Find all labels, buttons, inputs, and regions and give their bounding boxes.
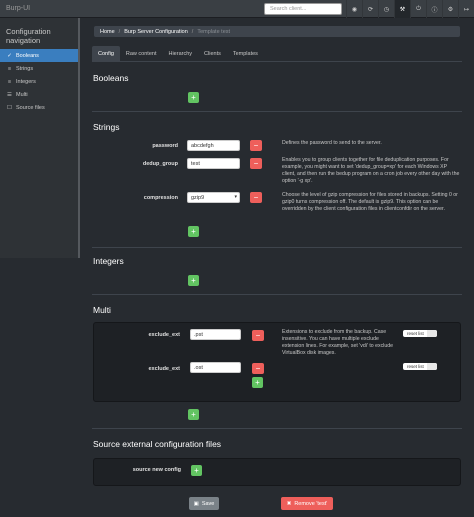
source-new-config-label: source new config bbox=[132, 467, 181, 473]
tab-raw-content[interactable]: Raw content bbox=[120, 46, 163, 61]
dedup-group-input[interactable]: test bbox=[187, 158, 240, 169]
breadcrumb-separator: / bbox=[191, 28, 194, 35]
text-icon: ≡ bbox=[7, 65, 12, 72]
section-title-booleans: Booleans bbox=[93, 73, 129, 83]
add-multi-button[interactable]: + bbox=[188, 409, 199, 420]
chevron-down-icon: ▾ bbox=[234, 194, 237, 200]
list-icon: ☰ bbox=[7, 91, 12, 98]
sidebar-item-label: Integers bbox=[16, 78, 36, 85]
reset-list-label: reset list bbox=[407, 364, 424, 369]
section-title-source: Source external configuration files bbox=[93, 439, 222, 449]
toggle-switch[interactable] bbox=[426, 330, 437, 337]
compression-help: Choose the level of gzip compression for… bbox=[282, 192, 458, 212]
tab-divider bbox=[92, 61, 462, 62]
tab-hierarchy[interactable]: Hierarchy bbox=[162, 46, 198, 61]
trash-icon: ✖ bbox=[286, 500, 292, 507]
top-navbar: Burp-UI ◉ ⟳ ◷ ⚒ ⏻ ⓘ ⚙ ↦ bbox=[0, 0, 474, 18]
remove-template-button[interactable]: ✖ Remove 'test' bbox=[281, 497, 333, 510]
section-divider bbox=[92, 428, 462, 429]
remove-exclude-ext-button[interactable]: − bbox=[252, 363, 264, 374]
password-help: Defines the password to send to the serv… bbox=[282, 140, 382, 146]
compression-select[interactable]: gzip9 ▾ bbox=[187, 192, 240, 203]
wrench-icon[interactable]: ⚒ bbox=[394, 0, 410, 18]
section-divider bbox=[92, 111, 462, 112]
reset-list-label: reset list bbox=[407, 331, 424, 336]
remove-compression-button[interactable]: − bbox=[250, 192, 262, 203]
exclude-ext-input[interactable]: .ost bbox=[190, 362, 241, 373]
settings-icon[interactable]: ⚙ bbox=[442, 0, 458, 18]
refresh-icon[interactable]: ⟳ bbox=[362, 0, 378, 18]
remove-exclude-ext-button[interactable]: − bbox=[252, 330, 264, 341]
file-icon: ☐ bbox=[7, 104, 12, 111]
sidebar-item-label: Source files bbox=[16, 104, 45, 111]
reset-list-toggle[interactable]: reset list bbox=[403, 330, 437, 337]
add-source-config-button[interactable]: + bbox=[191, 465, 202, 476]
search-client-input[interactable] bbox=[264, 3, 342, 15]
tab-clients[interactable]: Clients bbox=[198, 46, 227, 61]
exclude-ext-input[interactable]: .pst bbox=[190, 329, 241, 340]
add-exclude-ext-value-button[interactable]: + bbox=[252, 377, 263, 388]
breadcrumb-current: Template test bbox=[197, 28, 231, 35]
sidebar-item-strings[interactable]: ≡ Strings bbox=[0, 62, 78, 75]
dashboard-icon[interactable]: ◉ bbox=[346, 0, 362, 18]
section-title-strings: Strings bbox=[93, 122, 120, 132]
toggle-switch[interactable] bbox=[426, 363, 437, 370]
exclude-ext-label: exclude_ext bbox=[148, 332, 181, 338]
brand-logo[interactable]: Burp-UI bbox=[6, 5, 30, 12]
section-divider bbox=[92, 247, 462, 248]
breadcrumb-server-config[interactable]: Burp Server Configuration bbox=[124, 29, 188, 35]
section-title-integers: Integers bbox=[93, 256, 124, 266]
section-divider bbox=[92, 294, 462, 295]
dedup-group-label: dedup_group bbox=[142, 161, 178, 167]
navbar-icons: ◉ ⟳ ◷ ⚒ ⏻ ⓘ ⚙ ↦ bbox=[346, 0, 474, 18]
sidebar-item-booleans[interactable]: ✓ Booleans bbox=[0, 49, 78, 62]
dedup-group-help: Enables you to group clients together fo… bbox=[282, 157, 460, 184]
breadcrumb-home[interactable]: Home bbox=[100, 29, 115, 35]
password-label: password bbox=[152, 143, 178, 149]
add-boolean-button[interactable]: + bbox=[188, 92, 199, 103]
save-button-label: Save bbox=[201, 500, 215, 507]
reset-list-toggle[interactable]: reset list bbox=[403, 363, 437, 370]
add-string-button[interactable]: + bbox=[188, 226, 199, 237]
power-icon[interactable]: ⏻ bbox=[410, 0, 426, 18]
tab-bar: Config Raw content Hierarchy Clients Tem… bbox=[92, 46, 264, 61]
logout-icon[interactable]: ↦ bbox=[458, 0, 474, 18]
tab-config[interactable]: Config bbox=[92, 46, 120, 61]
sidebar-item-source-files[interactable]: ☐ Source files bbox=[0, 101, 78, 114]
save-icon: ▣ bbox=[193, 500, 199, 507]
exclude-ext-label: exclude_ext bbox=[148, 366, 181, 372]
sidebar-item-label: Multi bbox=[16, 91, 28, 98]
sidebar: Configuration navigation ✓ Booleans ≡ St… bbox=[0, 18, 80, 258]
sidebar-item-label: Booleans bbox=[16, 52, 39, 59]
sidebar-item-integers[interactable]: ≡ Integers bbox=[0, 75, 78, 88]
exclude-ext-help: Extensions to exclude from the backup. C… bbox=[282, 329, 393, 356]
compression-label: compression bbox=[143, 195, 178, 201]
save-button[interactable]: ▣ Save bbox=[189, 497, 219, 510]
remove-password-button[interactable]: − bbox=[250, 140, 262, 151]
section-title-multi: Multi bbox=[93, 305, 111, 315]
breadcrumb: Home / Burp Server Configuration / Templ… bbox=[94, 26, 460, 37]
clock-icon[interactable]: ◷ bbox=[378, 0, 394, 18]
password-input[interactable]: abcdefgh bbox=[187, 140, 240, 151]
info-icon[interactable]: ⓘ bbox=[426, 0, 442, 18]
add-integer-button[interactable]: + bbox=[188, 275, 199, 286]
sidebar-item-label: Strings bbox=[16, 65, 34, 72]
remove-dedup-group-button[interactable]: − bbox=[250, 158, 262, 169]
number-icon: ≡ bbox=[7, 78, 12, 85]
compression-selected-value: gzip9 bbox=[191, 194, 205, 201]
sidebar-item-multi[interactable]: ☰ Multi bbox=[0, 88, 78, 101]
sidebar-title: Configuration navigation bbox=[6, 27, 51, 45]
check-icon: ✓ bbox=[7, 52, 12, 59]
remove-button-label: Remove 'test' bbox=[294, 500, 328, 507]
tab-templates[interactable]: Templates bbox=[227, 46, 264, 61]
breadcrumb-separator: / bbox=[118, 28, 121, 35]
